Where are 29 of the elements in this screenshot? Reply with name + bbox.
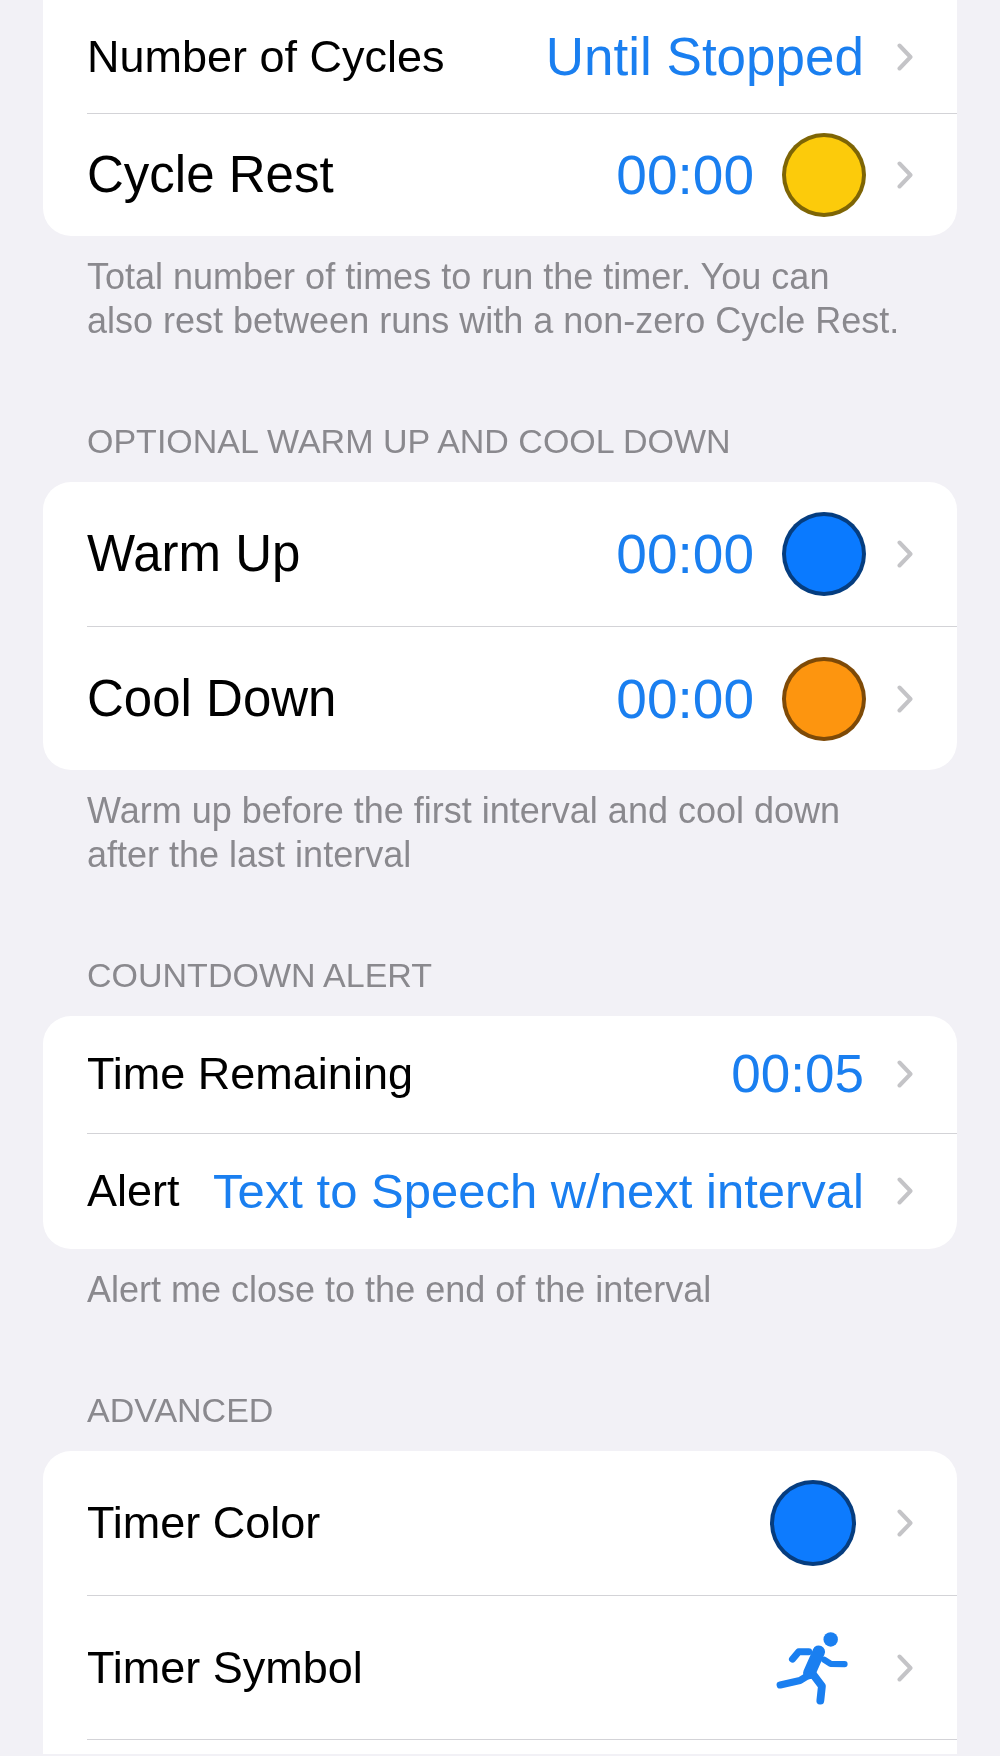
chevron-icon xyxy=(897,42,913,71)
setting-label[interactable]: Number of Cycles xyxy=(87,28,445,85)
setting-label[interactable]: Time Remaining xyxy=(87,1046,413,1103)
setting-label[interactable]: Timer Symbol xyxy=(87,1639,363,1696)
setting-label[interactable]: Timer Color xyxy=(87,1495,321,1551)
setting-value[interactable]: 00:05 xyxy=(731,1042,864,1107)
setting-label[interactable]: Cool Down xyxy=(87,667,337,730)
section-footer-text: Total number of times to run the timer. You can also rest between runs with a non-zero Cycle Rest. xyxy=(86,255,901,343)
section-header: ADVANCED xyxy=(86,1390,275,1431)
chevron-icon xyxy=(897,1177,913,1206)
section-footer-text: Warm up before the first interval and cool down after the last interval xyxy=(86,789,842,877)
setting-label[interactable]: Cycle Rest xyxy=(87,144,334,206)
setting-value[interactable]: Text to Speech w/next interval xyxy=(213,1161,864,1222)
setting-label[interactable]: Alert xyxy=(87,1163,180,1220)
setting-value[interactable]: 00:00 xyxy=(616,522,754,586)
setting-value[interactable]: 00:00 xyxy=(616,666,754,731)
chevron-icon xyxy=(897,540,913,568)
chevron-icon xyxy=(897,1653,913,1682)
section-footer-text: Alert me close to the end of the interval xyxy=(86,1268,713,1312)
setting-label[interactable]: Warm Up xyxy=(87,523,301,585)
running-figure-icon xyxy=(776,1630,849,1705)
chevron-icon xyxy=(897,1060,913,1089)
setting-value[interactable]: Until Stopped xyxy=(545,24,864,89)
chevron-icon xyxy=(897,1509,913,1537)
chevron-icon xyxy=(897,684,913,713)
setting-value[interactable]: 00:00 xyxy=(616,143,754,207)
chevron-icon xyxy=(897,161,913,189)
section-header: OPTIONAL WARM UP AND COOL DOWN xyxy=(86,421,732,462)
section-header: COUNTDOWN ALERT xyxy=(86,955,434,996)
